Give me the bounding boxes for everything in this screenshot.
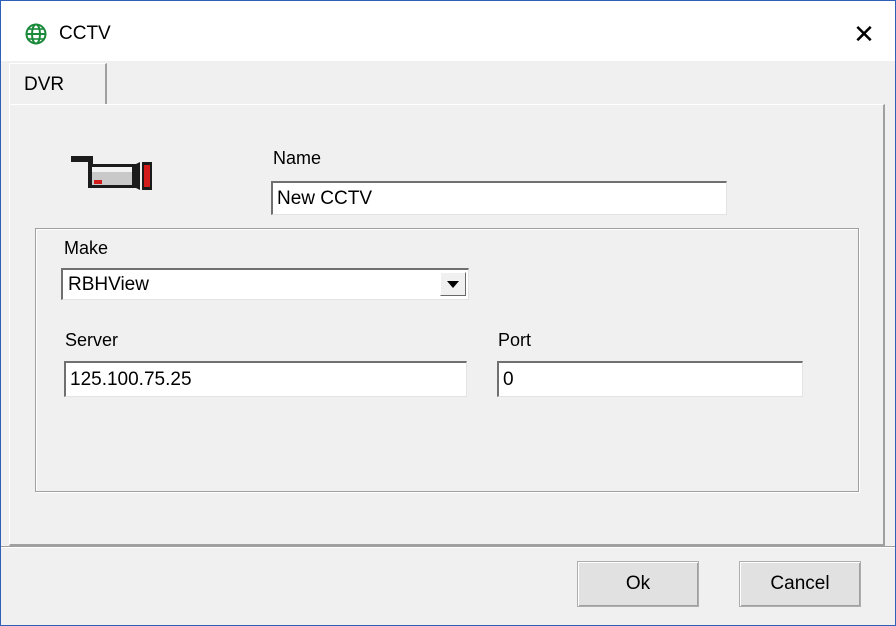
port-label: Port — [498, 330, 532, 350]
make-selected-value: RBHView — [68, 274, 149, 295]
name-field[interactable] — [271, 181, 727, 215]
name-label: Name — [273, 148, 322, 168]
footer-separator — [1, 546, 895, 548]
server-field[interactable] — [64, 361, 467, 397]
close-icon: ✕ — [853, 19, 875, 49]
ok-button[interactable]: Ok — [577, 561, 699, 607]
port-field[interactable] — [497, 361, 803, 397]
tab-dvr[interactable]: DVR — [9, 63, 107, 105]
window-title: CCTV — [59, 23, 111, 44]
cctv-camera-icon — [68, 150, 158, 194]
dialog-client-area: DVR Name Make RBHView — [1, 61, 895, 625]
cancel-button[interactable]: Cancel — [739, 561, 861, 607]
cctv-dialog: CCTV ✕ DVR Name Make — [0, 0, 896, 626]
server-label: Server — [65, 330, 119, 350]
chevron-down-icon[interactable] — [440, 272, 466, 296]
tab-dvr-label: DVR — [24, 74, 65, 95]
make-label: Make — [64, 238, 109, 258]
close-button[interactable]: ✕ — [847, 17, 881, 51]
globe-icon — [25, 23, 47, 45]
make-dropdown[interactable]: RBHView — [61, 268, 469, 300]
title-bar[interactable]: CCTV ✕ — [1, 1, 895, 61]
